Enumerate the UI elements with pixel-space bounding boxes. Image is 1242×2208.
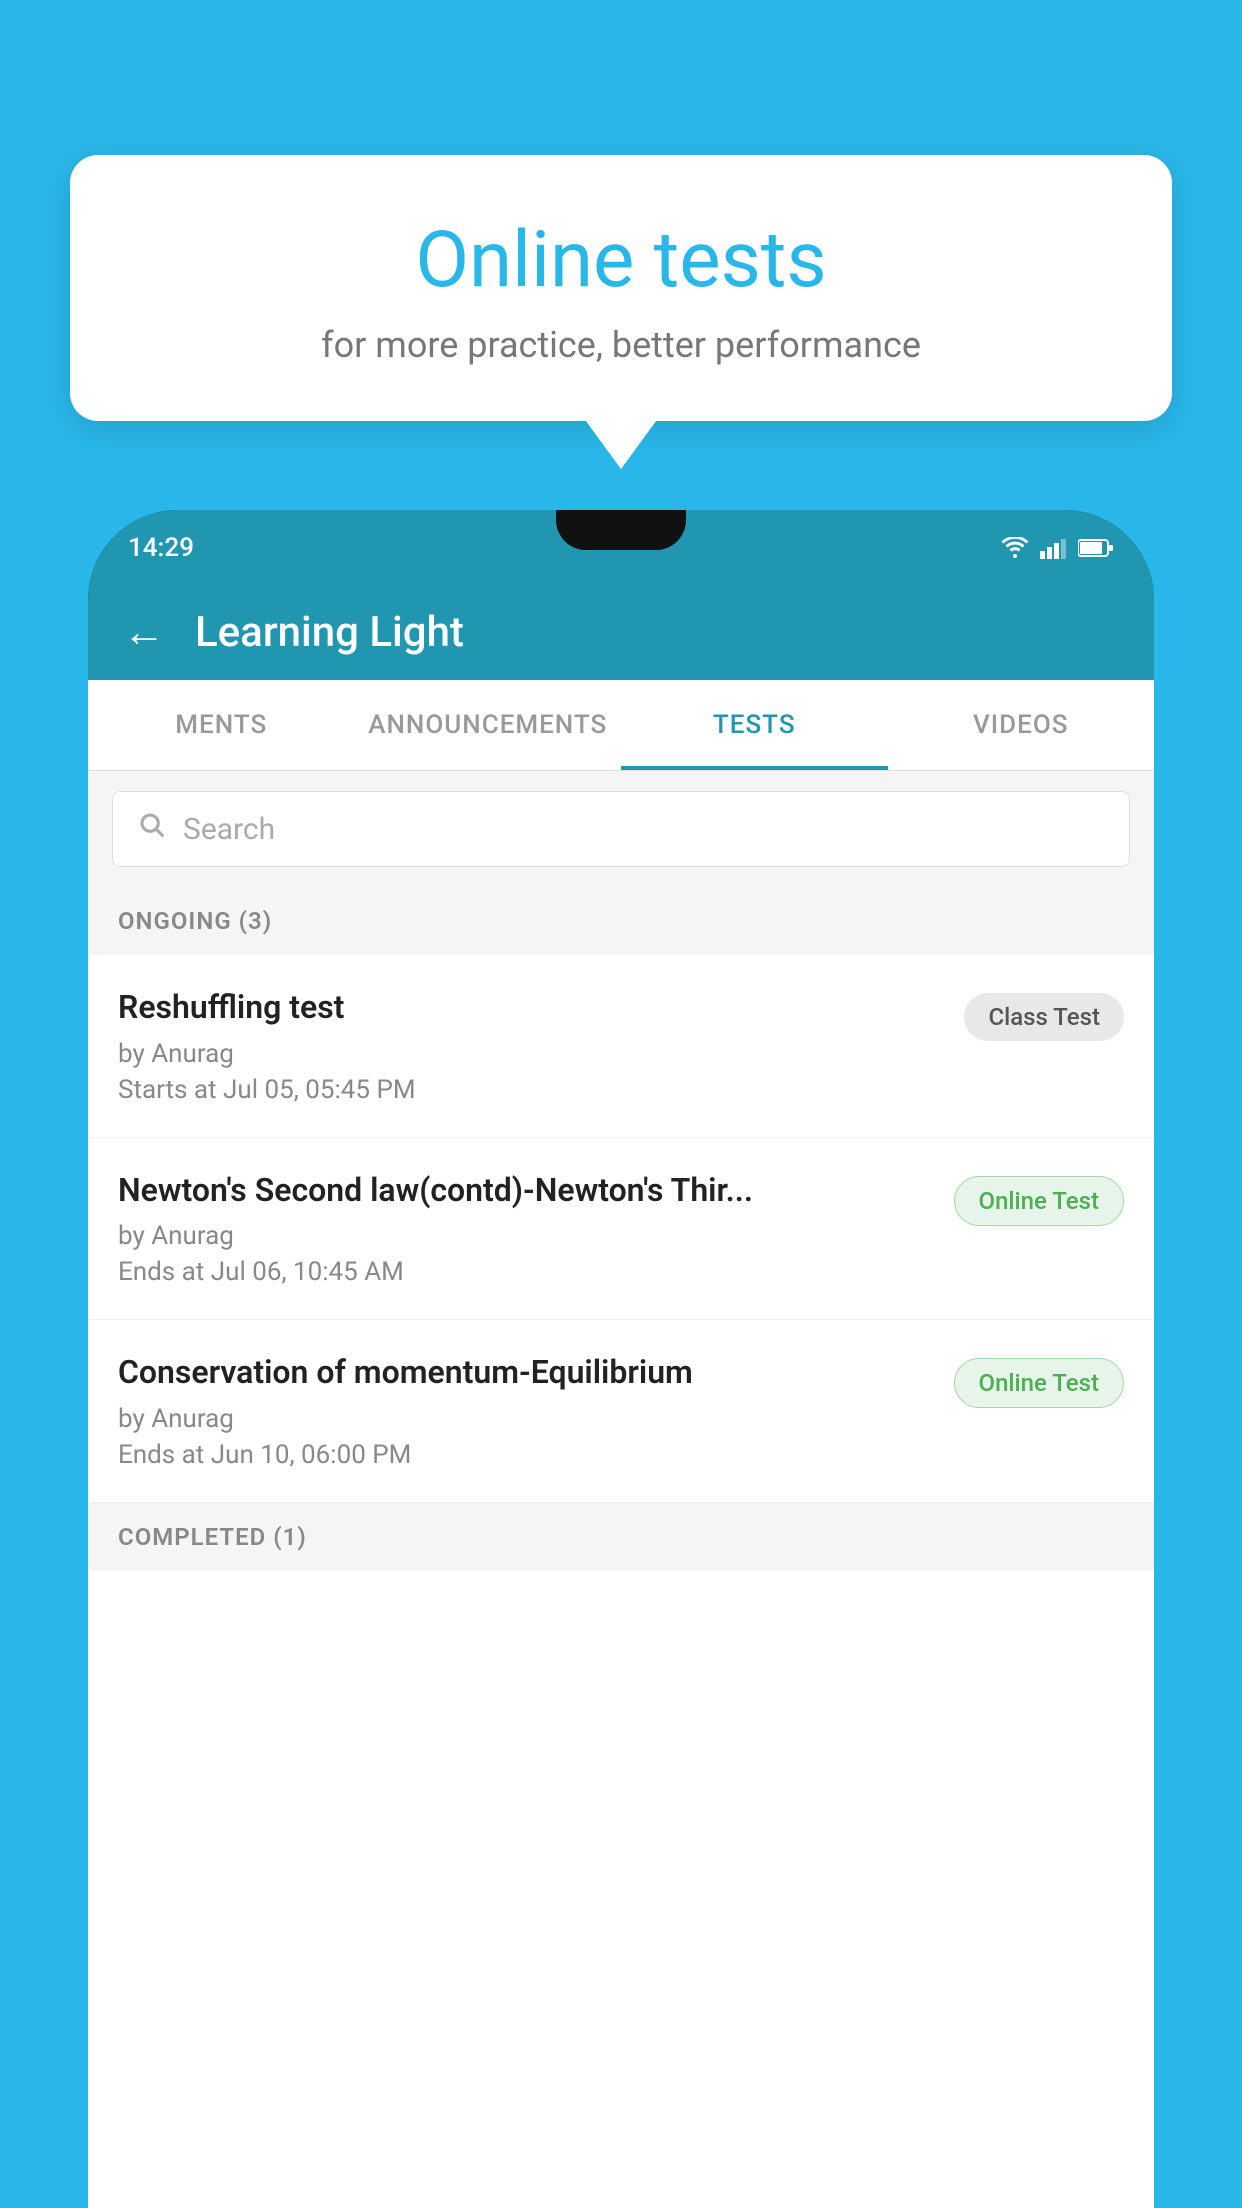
test-author-reshuffling: by Anurag: [118, 1039, 944, 1069]
test-item-left-reshuffling: Reshuffling test by Anurag Starts at Jul…: [118, 987, 944, 1105]
search-container: Search: [88, 771, 1154, 887]
tab-videos[interactable]: VIDEOS: [888, 680, 1155, 770]
status-bar: 14:29: [88, 510, 1154, 585]
wifi-icon: [1000, 537, 1030, 559]
test-badge-reshuffling: Class Test: [964, 993, 1124, 1041]
test-badge-newton: Online Test: [954, 1176, 1124, 1226]
phone-notch: [556, 510, 686, 550]
tab-announcements[interactable]: ANNOUNCEMENTS: [355, 680, 622, 770]
test-author-conservation: by Anurag: [118, 1404, 934, 1434]
test-name-conservation: Conservation of momentum-Equilibrium: [118, 1352, 934, 1394]
test-item-newton[interactable]: Newton's Second law(contd)-Newton's Thir…: [88, 1138, 1154, 1321]
test-item-left-conservation: Conservation of momentum-Equilibrium by …: [118, 1352, 934, 1470]
search-bar[interactable]: Search: [112, 791, 1130, 867]
app-header-title: Learning Light: [195, 608, 464, 657]
back-button[interactable]: ←: [123, 608, 165, 657]
test-item-left-newton: Newton's Second law(contd)-Newton's Thir…: [118, 1170, 934, 1288]
speech-bubble: Online tests for more practice, better p…: [70, 155, 1172, 421]
test-badge-conservation: Online Test: [954, 1358, 1124, 1408]
search-placeholder: Search: [183, 812, 275, 847]
test-item-reshuffling[interactable]: Reshuffling test by Anurag Starts at Jul…: [88, 955, 1154, 1138]
app-header: ← Learning Light: [88, 585, 1154, 680]
status-icons: [1000, 537, 1114, 559]
battery-icon: [1078, 538, 1114, 558]
test-date-reshuffling: Starts at Jul 05, 05:45 PM: [118, 1075, 944, 1105]
phone-frame: 14:29 ← Learning Light: [88, 510, 1154, 2208]
completed-section-header: COMPLETED (1): [88, 1503, 1154, 1571]
search-icon: [137, 810, 167, 848]
status-time: 14:29: [128, 533, 194, 563]
test-name-reshuffling: Reshuffling test: [118, 987, 944, 1029]
signal-icon: [1040, 537, 1068, 559]
bubble-title: Online tests: [130, 215, 1112, 306]
tabs-bar: MENTS ANNOUNCEMENTS TESTS VIDEOS: [88, 680, 1154, 771]
phone-screen: MENTS ANNOUNCEMENTS TESTS VIDEOS: [88, 680, 1154, 2208]
bubble-subtitle: for more practice, better performance: [130, 324, 1112, 366]
test-date-newton: Ends at Jul 06, 10:45 AM: [118, 1257, 934, 1287]
test-item-conservation[interactable]: Conservation of momentum-Equilibrium by …: [88, 1320, 1154, 1503]
test-name-newton: Newton's Second law(contd)-Newton's Thir…: [118, 1170, 934, 1212]
ongoing-section-header: ONGOING (3): [88, 887, 1154, 955]
test-author-newton: by Anurag: [118, 1221, 934, 1251]
tab-tests[interactable]: TESTS: [621, 680, 888, 770]
tab-ments[interactable]: MENTS: [88, 680, 355, 770]
test-date-conservation: Ends at Jun 10, 06:00 PM: [118, 1440, 934, 1470]
